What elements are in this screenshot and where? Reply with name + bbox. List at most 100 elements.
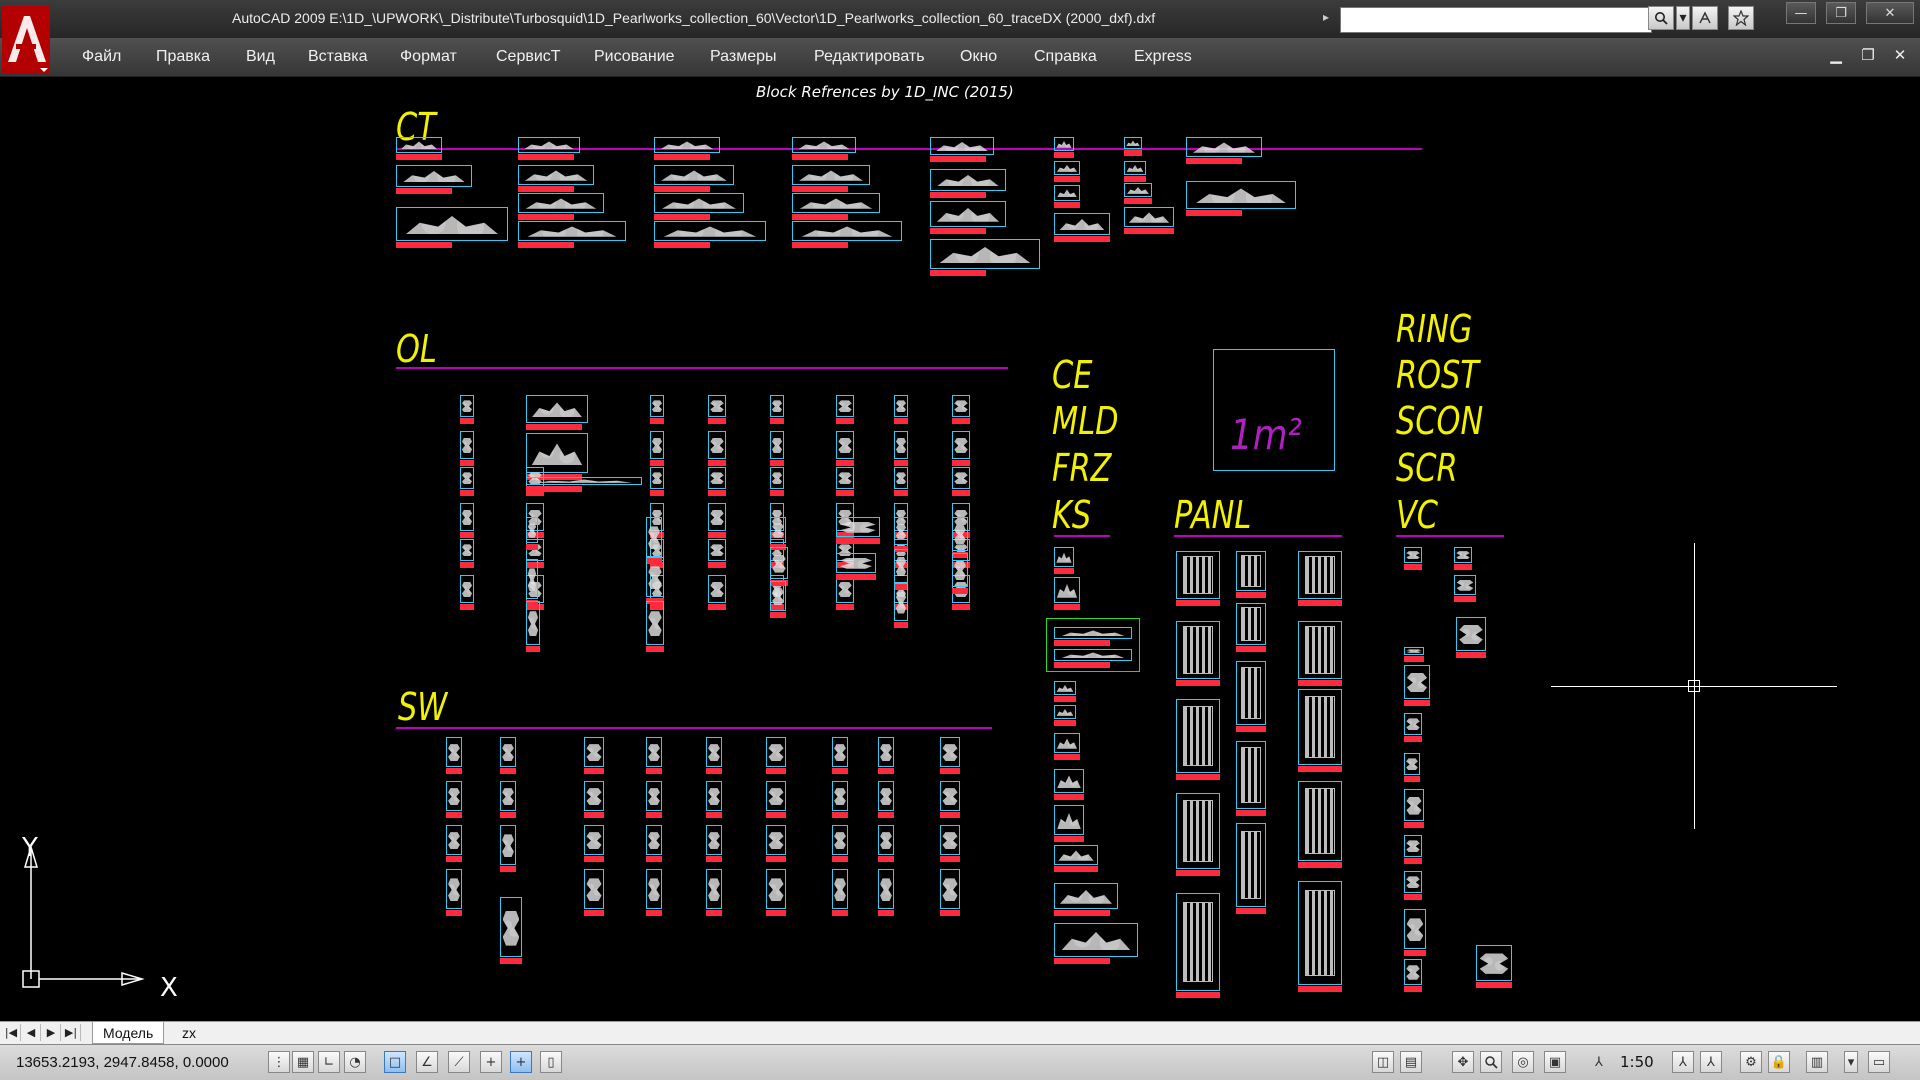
menu-window[interactable]: Окно [960, 48, 997, 66]
block-reference-thumbnail[interactable] [878, 869, 894, 909]
block-reference-thumbnail[interactable] [894, 517, 908, 545]
next-tab-icon[interactable]: ▶ [42, 1024, 61, 1041]
block-reference-thumbnail[interactable] [500, 897, 522, 957]
block-reference-thumbnail[interactable] [500, 825, 516, 865]
showmotion-icon[interactable]: ▣ [1544, 1051, 1566, 1073]
block-reference-thumbnail[interactable] [878, 737, 894, 767]
block-reference-thumbnail[interactable] [706, 825, 722, 855]
block-reference-thumbnail[interactable] [1404, 789, 1424, 821]
menu-file[interactable]: Файл [82, 48, 121, 66]
annotation-scale-value[interactable]: 1:50 [1620, 1053, 1654, 1071]
block-reference-thumbnail[interactable] [1054, 883, 1118, 909]
block-reference-thumbnail[interactable] [940, 869, 960, 909]
block-reference-thumbnail[interactable] [460, 395, 474, 417]
block-reference-thumbnail[interactable] [460, 503, 474, 531]
block-reference-thumbnail[interactable] [650, 431, 664, 459]
block-reference-thumbnail[interactable] [460, 467, 474, 489]
block-reference-thumbnail[interactable] [526, 395, 588, 423]
lock-icon[interactable]: 🔒 [1768, 1051, 1790, 1073]
block-reference-thumbnail[interactable] [654, 165, 734, 185]
block-reference-thumbnail[interactable] [1054, 213, 1110, 235]
block-reference-thumbnail[interactable] [526, 477, 642, 485]
block-reference-thumbnail[interactable] [1054, 769, 1084, 793]
block-reference-thumbnail[interactable] [930, 169, 1006, 191]
block-reference-thumbnail[interactable] [526, 559, 538, 599]
block-reference-thumbnail[interactable] [770, 431, 784, 459]
block-reference-thumbnail[interactable] [708, 503, 726, 531]
block-reference-thumbnail[interactable] [836, 553, 876, 573]
block-reference-thumbnail[interactable] [1404, 753, 1420, 775]
block-reference-thumbnail[interactable] [708, 575, 726, 603]
block-reference-thumbnail[interactable] [792, 193, 880, 213]
block-reference-thumbnail[interactable] [396, 165, 472, 187]
block-reference-thumbnail[interactable] [518, 165, 594, 185]
auto-scale-icon[interactable]: ⅄ [1700, 1051, 1722, 1073]
block-reference-thumbnail[interactable] [770, 395, 784, 417]
block-reference-thumbnail[interactable] [894, 431, 908, 459]
block-reference-thumbnail[interactable] [500, 737, 516, 767]
block-reference-thumbnail[interactable] [1054, 547, 1074, 567]
menu-draw[interactable]: Рисование [594, 48, 675, 66]
tab-model[interactable]: Модель [92, 1022, 165, 1044]
block-reference-thumbnail[interactable] [1054, 705, 1076, 719]
block-reference-thumbnail[interactable] [1404, 647, 1424, 655]
favorites-star-icon[interactable] [1728, 6, 1754, 30]
block-reference-thumbnail[interactable] [1298, 781, 1342, 861]
menu-tools[interactable]: СервисТ [496, 48, 561, 66]
block-reference-thumbnail[interactable] [766, 825, 786, 855]
steering-wheel-icon[interactable]: ◎ [1512, 1051, 1534, 1073]
clean-screen-icon[interactable]: ▭ [1868, 1051, 1890, 1073]
prev-tab-icon[interactable]: ◀ [22, 1024, 41, 1041]
menu-help[interactable]: Справка [1034, 48, 1097, 66]
block-reference-thumbnail[interactable] [1054, 681, 1076, 695]
block-reference-thumbnail[interactable] [1456, 617, 1486, 651]
block-reference-thumbnail[interactable] [518, 137, 580, 153]
block-reference-thumbnail[interactable] [1454, 575, 1476, 595]
grid-icon[interactable]: ▦ [292, 1051, 314, 1073]
ortho-icon[interactable]: ∟ [318, 1051, 340, 1073]
block-reference-thumbnail[interactable] [1176, 893, 1220, 991]
block-reference-thumbnail[interactable] [832, 825, 848, 855]
block-reference-thumbnail[interactable] [952, 553, 968, 587]
block-reference-thumbnail[interactable] [1298, 881, 1342, 985]
block-reference-thumbnail[interactable] [1054, 733, 1080, 753]
block-reference-thumbnail[interactable] [1176, 621, 1220, 679]
annotation-visibility-icon[interactable]: ⅄ [1672, 1051, 1694, 1073]
block-reference-thumbnail[interactable] [654, 193, 744, 213]
block-reference-thumbnail[interactable] [1124, 183, 1152, 197]
first-tab-icon[interactable]: |◀ [2, 1024, 21, 1041]
close-window-button[interactable]: ✕ [1866, 2, 1914, 24]
block-reference-thumbnail[interactable] [1298, 621, 1342, 679]
doc-close-icon[interactable]: ✕ [1890, 46, 1910, 64]
lineweight-icon[interactable]: + [510, 1051, 532, 1073]
block-reference-thumbnail[interactable] [770, 517, 786, 543]
block-reference-thumbnail[interactable] [836, 467, 854, 489]
polar-icon[interactable]: ◔ [344, 1051, 366, 1073]
block-reference-thumbnail[interactable] [1404, 665, 1430, 699]
block-reference-thumbnail[interactable] [894, 583, 908, 621]
block-reference-thumbnail[interactable] [396, 207, 508, 241]
block-reference-thumbnail[interactable] [1236, 823, 1266, 907]
block-reference-thumbnail[interactable] [708, 539, 726, 561]
block-reference-thumbnail[interactable] [1176, 699, 1220, 773]
minimize-window-button[interactable]: — [1786, 2, 1816, 24]
block-reference-thumbnail[interactable] [446, 781, 462, 811]
block-reference-thumbnail[interactable] [706, 781, 722, 811]
block-reference-thumbnail[interactable] [878, 825, 894, 855]
menu-edit[interactable]: Правка [156, 48, 210, 66]
menu-view[interactable]: Вид [246, 48, 275, 66]
block-reference-thumbnail[interactable] [1404, 547, 1422, 563]
block-reference-thumbnail[interactable] [708, 467, 726, 489]
block-reference-thumbnail[interactable] [952, 517, 968, 551]
block-reference-thumbnail[interactable] [766, 869, 786, 909]
annotation-scale-icon[interactable]: ⅄ [1588, 1051, 1610, 1073]
block-reference-thumbnail[interactable] [708, 431, 726, 459]
block-reference-thumbnail[interactable] [1236, 603, 1266, 645]
tab-layout-zx[interactable]: zx [172, 1022, 206, 1043]
otrack-icon[interactable]: ∠ [416, 1051, 438, 1073]
block-reference-thumbnail[interactable] [460, 539, 474, 561]
block-reference-thumbnail[interactable] [584, 781, 604, 811]
block-reference-thumbnail[interactable] [1124, 161, 1146, 175]
block-reference-thumbnail[interactable] [518, 221, 626, 241]
doc-minimize-icon[interactable]: ▁ [1826, 46, 1846, 64]
